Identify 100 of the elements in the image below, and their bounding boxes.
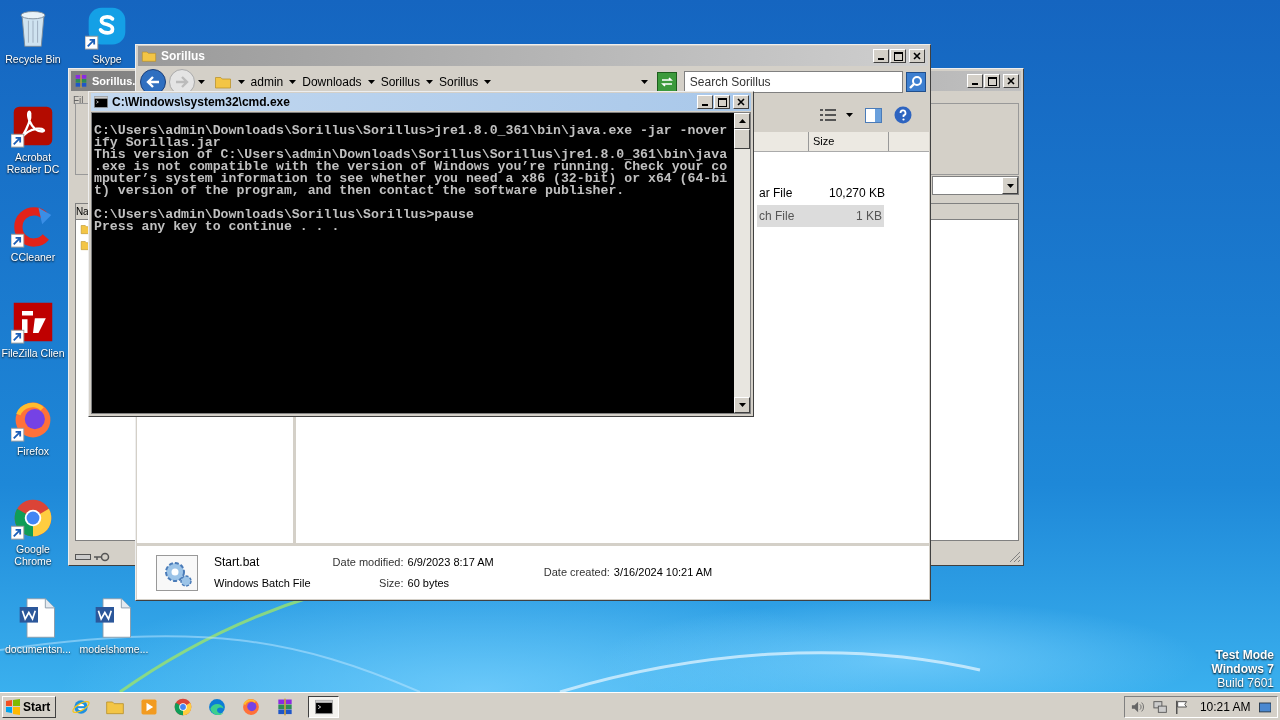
close-button[interactable] [1003, 74, 1019, 88]
up-arrow-icon [738, 119, 746, 123]
desktop-shortcut[interactable]: Google Chrome [0, 496, 66, 567]
resize-grip-icon [1009, 551, 1021, 563]
list-view-icon [820, 108, 836, 122]
detail-label: Date created: [543, 565, 610, 581]
console-icon [93, 94, 109, 110]
caret-icon [289, 80, 297, 84]
caret-icon [197, 80, 205, 84]
down-arrow-icon [738, 403, 746, 407]
console-line: ify Sorillas.jar [94, 137, 221, 149]
maximize-button[interactable] [714, 95, 730, 109]
caret-icon [641, 80, 648, 84]
back-arrow-icon [145, 76, 160, 88]
maximize-icon [987, 76, 997, 86]
file-row[interactable]: ar File 10,270 KB [757, 182, 884, 204]
detail-value: 60 bytes [407, 575, 451, 591]
close-button[interactable] [909, 49, 925, 63]
start-button[interactable]: Start [2, 695, 56, 718]
type-cell-text: ar File [758, 185, 794, 202]
console-line: .exe is not compatible with the version of Windows you’re running. Check your co [94, 161, 729, 173]
system-info-text: Windows 7 [1211, 662, 1274, 676]
clock[interactable]: 10:21 AM [1199, 697, 1251, 716]
window-title: C:\Windows\system32\cmd.exe [112, 94, 290, 111]
taskbar-app-button[interactable] [308, 695, 339, 718]
windows-logo-icon [5, 698, 21, 715]
console-line: C:\Users\admin\Downloads\Sorillus\Sorillus>pause [94, 209, 475, 221]
maximize-icon [893, 51, 903, 61]
detail-label: Date modified: [332, 555, 404, 570]
forward-arrow-icon [174, 76, 189, 88]
desktop-shortcut[interactable]: Firefox [0, 398, 66, 457]
fox-globe-icon [241, 696, 261, 717]
preview-pane-button[interactable] [865, 107, 882, 123]
close-icon [913, 52, 921, 60]
caret-icon [426, 80, 433, 84]
maximize-button[interactable] [984, 74, 1000, 88]
address-bar[interactable]: admin Downloads Sorillus Sorillus [211, 71, 654, 93]
file-type: Windows Batch File [214, 576, 311, 592]
caret-icon [1006, 183, 1014, 188]
size-cell-text: 1 KB [855, 208, 882, 225]
refresh-button[interactable] [657, 72, 677, 92]
refresh-icon [659, 77, 674, 87]
caret-icon [367, 80, 375, 84]
desktop-shortcut[interactable]: Skype [79, 6, 135, 65]
browser-icon [173, 696, 193, 717]
console-line: mputer’s system information to see whether you need a x86 (32-bit) or x64 (64-bi [94, 173, 729, 185]
archive-books-icon [275, 696, 295, 717]
caret-icon [846, 113, 853, 117]
search-field[interactable]: Search Sorillus [683, 71, 904, 93]
scroll-thumb[interactable] [734, 129, 750, 149]
column-header[interactable]: Na [76, 204, 89, 219]
scroll-down-button[interactable] [734, 397, 750, 413]
path-dropdown[interactable] [932, 176, 1019, 195]
network-icon[interactable] [1153, 698, 1168, 715]
desktop-shortcut[interactable]: Recycle Bin [0, 6, 66, 65]
detail-label: Size: [378, 575, 404, 591]
close-button[interactable] [733, 95, 749, 109]
window-title: Sorillus. [92, 73, 136, 89]
minimize-button[interactable] [697, 95, 713, 109]
desktop-shortcut[interactable]: FileZilla Clien [0, 300, 66, 359]
flag-icon[interactable] [1175, 698, 1188, 715]
help-button[interactable] [894, 106, 912, 124]
breadcrumb-item[interactable]: Sorillus [439, 73, 479, 91]
detail-value: 3/16/2024 10:21 AM [613, 565, 713, 581]
show-desktop-icon[interactable] [1258, 699, 1271, 714]
console-line: C:\Users\admin\Downloads\Sorillus\Sorillus>jre1.8.0_361\bin\java.exe -jar -nover [94, 125, 729, 137]
view-options-button[interactable] [820, 108, 853, 122]
console-line: This version of C:\Users\admin\Downloads\Sorillus\Sorillus\jre1.8.0_361\bin\java [94, 149, 729, 161]
maximize-button[interactable] [890, 49, 906, 63]
search-icon [909, 75, 924, 89]
caret-icon [237, 80, 245, 84]
desktop-shortcut[interactable]: CCleaner [0, 204, 66, 263]
close-icon [1007, 77, 1015, 85]
folder-icon [141, 48, 157, 64]
drive-icon [75, 552, 91, 562]
console-line: t) version of the program, and then contact the software publisher. [94, 185, 626, 197]
minimize-button[interactable] [967, 74, 983, 88]
scroll-up-button[interactable] [734, 113, 750, 129]
breadcrumb-item[interactable]: Downloads [302, 73, 362, 91]
minimize-button[interactable] [873, 49, 889, 63]
system-info-text: Build 7601 [1217, 676, 1274, 690]
console-line: Press any key to continue . . . [94, 221, 340, 233]
close-icon [737, 98, 745, 106]
archive-books-icon [73, 73, 89, 89]
caret-icon [484, 80, 492, 84]
window-title: Sorillus [161, 48, 205, 65]
browser-icon [207, 696, 227, 717]
maximize-icon [717, 97, 727, 107]
breadcrumb-item[interactable]: admin [250, 73, 284, 91]
file-row[interactable]: ch File 1 KB [757, 205, 884, 227]
desktop-shortcut[interactable]: Acrobat Reader DC [0, 104, 66, 175]
type-cell-text: ch File [758, 208, 796, 225]
breadcrumb-item[interactable]: Sorillus [380, 73, 420, 91]
column-header[interactable]: Size [809, 132, 889, 151]
help-icon [894, 106, 912, 124]
gear-document-icon [156, 554, 198, 591]
key-icon [94, 552, 110, 562]
file-name: Start.bat [214, 554, 261, 572]
system-info-text: Test Mode [1215, 648, 1274, 662]
search-button[interactable] [906, 72, 926, 92]
